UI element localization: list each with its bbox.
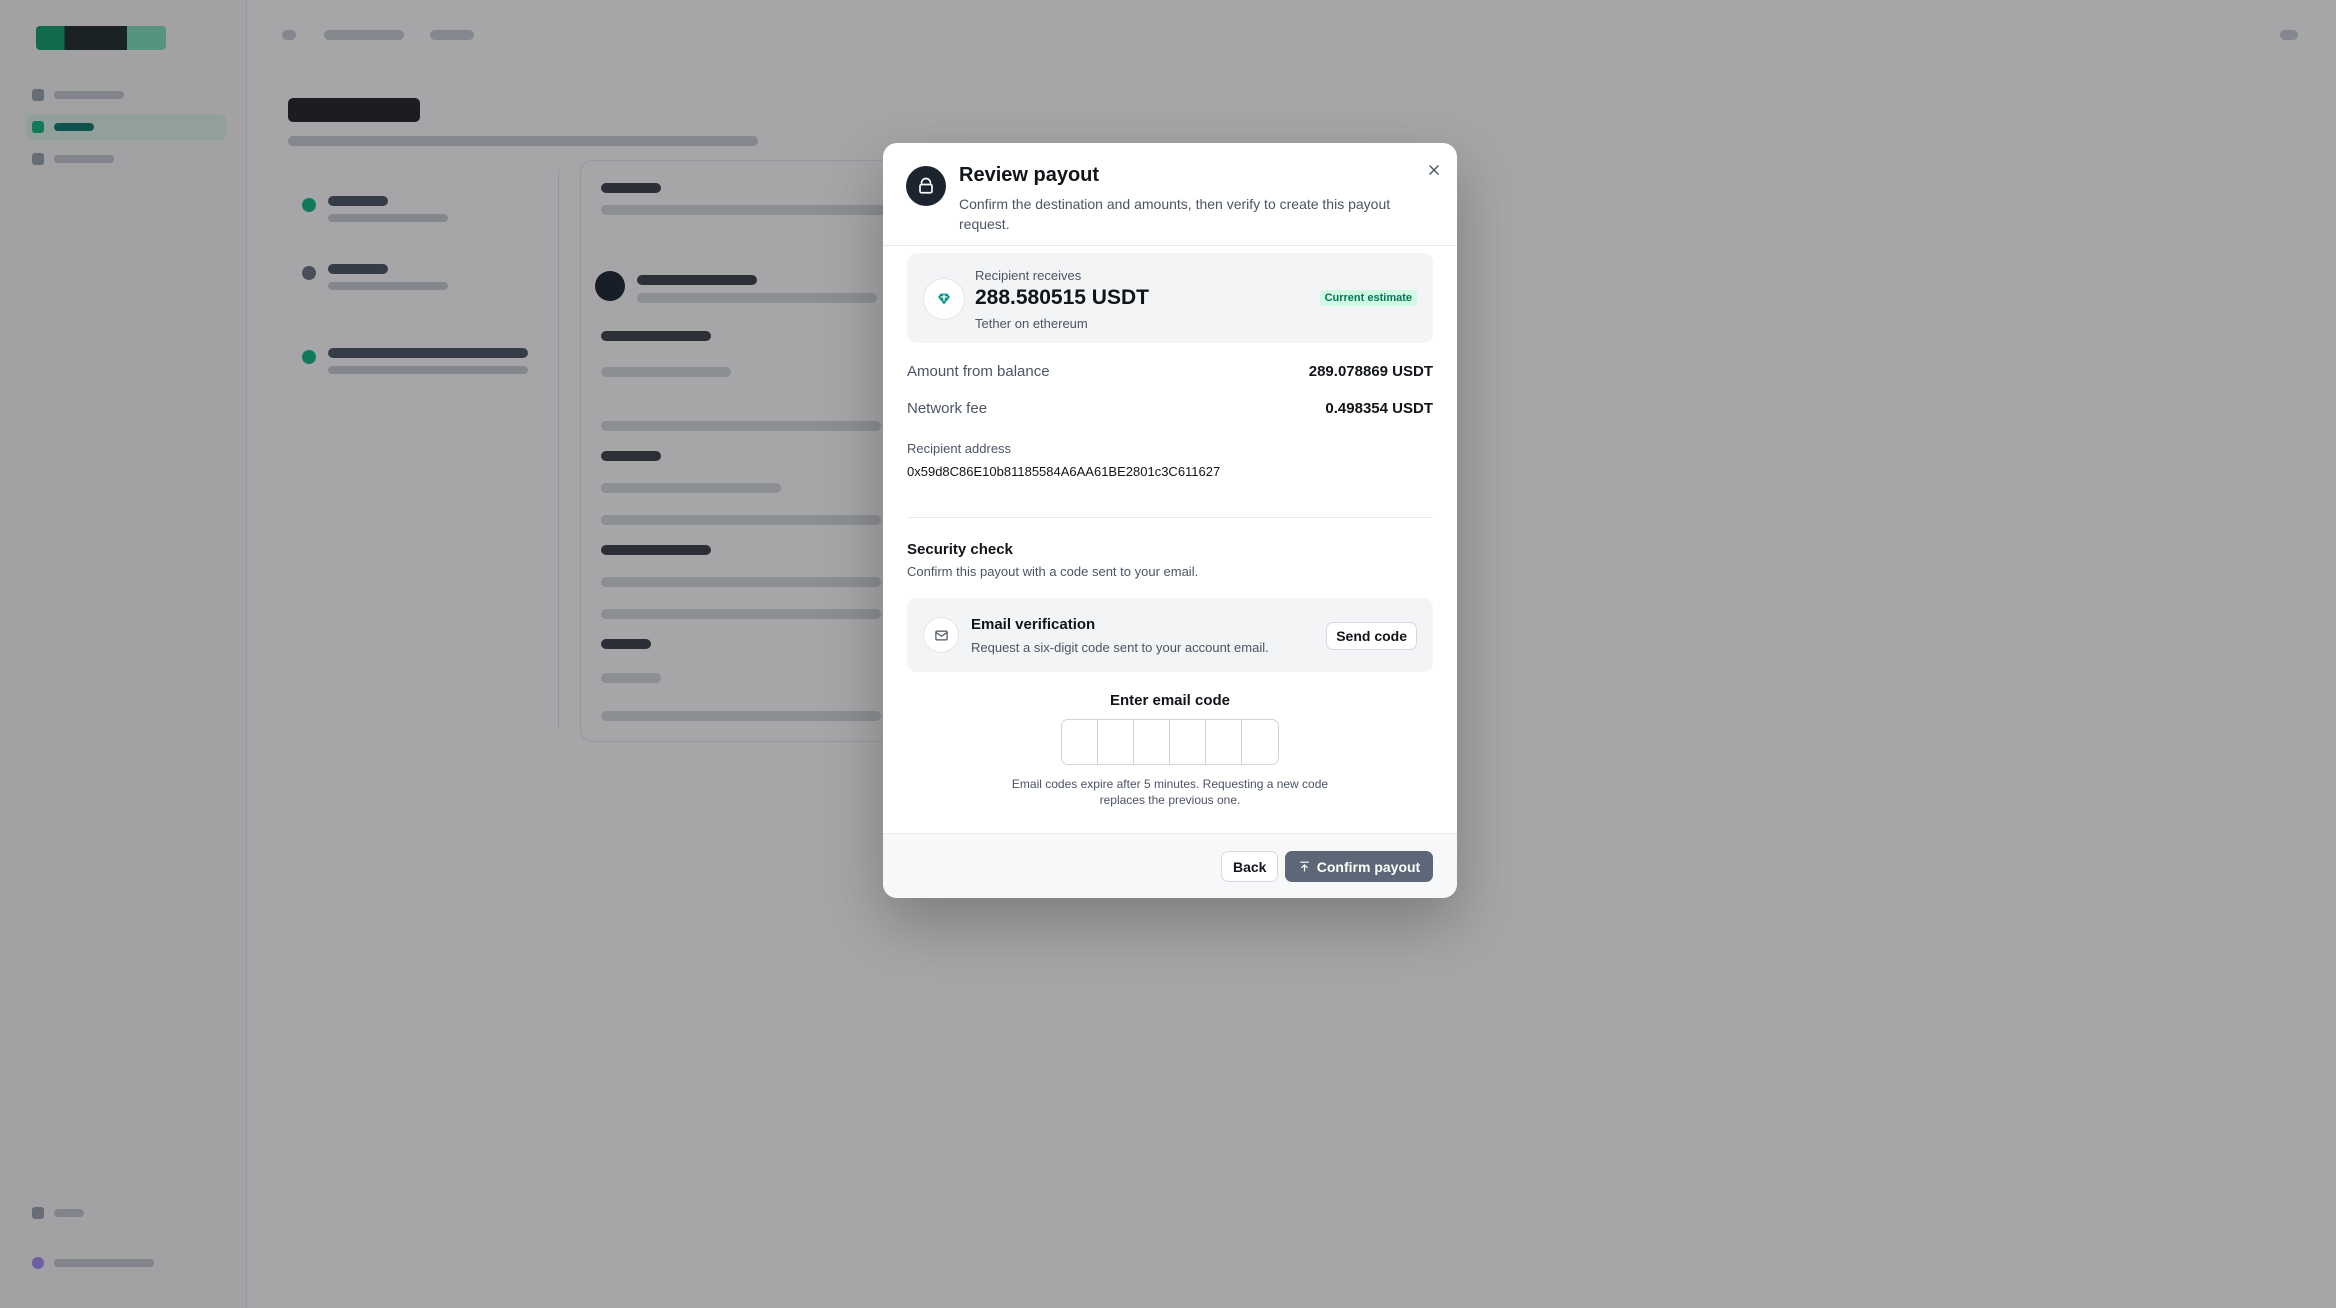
email-verification-title: Email verification bbox=[971, 616, 1096, 633]
close-icon[interactable] bbox=[1421, 157, 1447, 183]
code-digit-input-5[interactable] bbox=[1206, 720, 1242, 764]
divider bbox=[907, 517, 1433, 518]
dialog-subtitle: Confirm the destination and amounts, the… bbox=[959, 196, 1391, 232]
dialog-header: Review payout Confirm the destination an… bbox=[883, 143, 1457, 245]
arrow-up-icon bbox=[1299, 861, 1309, 872]
confirm-payout-button[interactable]: Confirm payout bbox=[1285, 851, 1433, 882]
code-digit-input-3[interactable] bbox=[1134, 720, 1170, 764]
dialog-footer: Back Confirm payout bbox=[883, 833, 1457, 898]
code-expiry-help: Email codes expire after 5 minutes. Requ… bbox=[1011, 777, 1329, 807]
row-value: 289.078869 USDT bbox=[1308, 363, 1433, 380]
code-digit-input-1[interactable] bbox=[1062, 720, 1098, 764]
send-code-button[interactable]: Send code bbox=[1326, 622, 1417, 650]
recipient-address-label: Recipient address bbox=[907, 441, 1012, 456]
recipient-receives-card: Recipient receives 288.580515 USDT Tethe… bbox=[907, 253, 1433, 343]
enter-email-code-label: Enter email code bbox=[1109, 692, 1231, 709]
email-verification-subtitle: Request a six-digit code sent to your ac… bbox=[971, 640, 1269, 655]
review-payout-dialog: Review payout Confirm the destination an… bbox=[883, 143, 1457, 898]
recipient-network: Tether on ethereum bbox=[975, 316, 1088, 331]
recipient-receives-label: Recipient receives bbox=[975, 268, 1082, 283]
security-check-subtitle: Confirm this payout with a code sent to … bbox=[907, 564, 1199, 579]
email-verification-card: Email verification Request a six-digit c… bbox=[907, 598, 1433, 672]
email-code-input-group bbox=[1061, 719, 1279, 765]
recipient-address-value: 0x59d8C86E10b81185584A6AA61BE2801c3C6116… bbox=[907, 464, 1221, 479]
recipient-amount: 288.580515 USDT bbox=[975, 286, 1149, 309]
confirm-payout-label: Confirm payout bbox=[1316, 858, 1421, 875]
lock-icon bbox=[906, 166, 946, 206]
dialog-title: Review payout bbox=[959, 164, 1100, 186]
row-label: Network fee bbox=[907, 400, 988, 417]
row-value: 0.498354 USDT bbox=[1325, 400, 1433, 417]
tether-diamond-icon bbox=[923, 278, 965, 320]
code-digit-input-6[interactable] bbox=[1242, 720, 1278, 764]
estimate-badge: Current estimate bbox=[1319, 290, 1417, 306]
code-digit-input-4[interactable] bbox=[1170, 720, 1206, 764]
row-label: Amount from balance bbox=[907, 363, 1050, 380]
security-check-title: Security check bbox=[907, 541, 1013, 558]
code-digit-input-2[interactable] bbox=[1098, 720, 1134, 764]
mail-icon bbox=[923, 617, 959, 653]
back-button[interactable]: Back bbox=[1221, 851, 1279, 882]
divider bbox=[883, 245, 1457, 246]
